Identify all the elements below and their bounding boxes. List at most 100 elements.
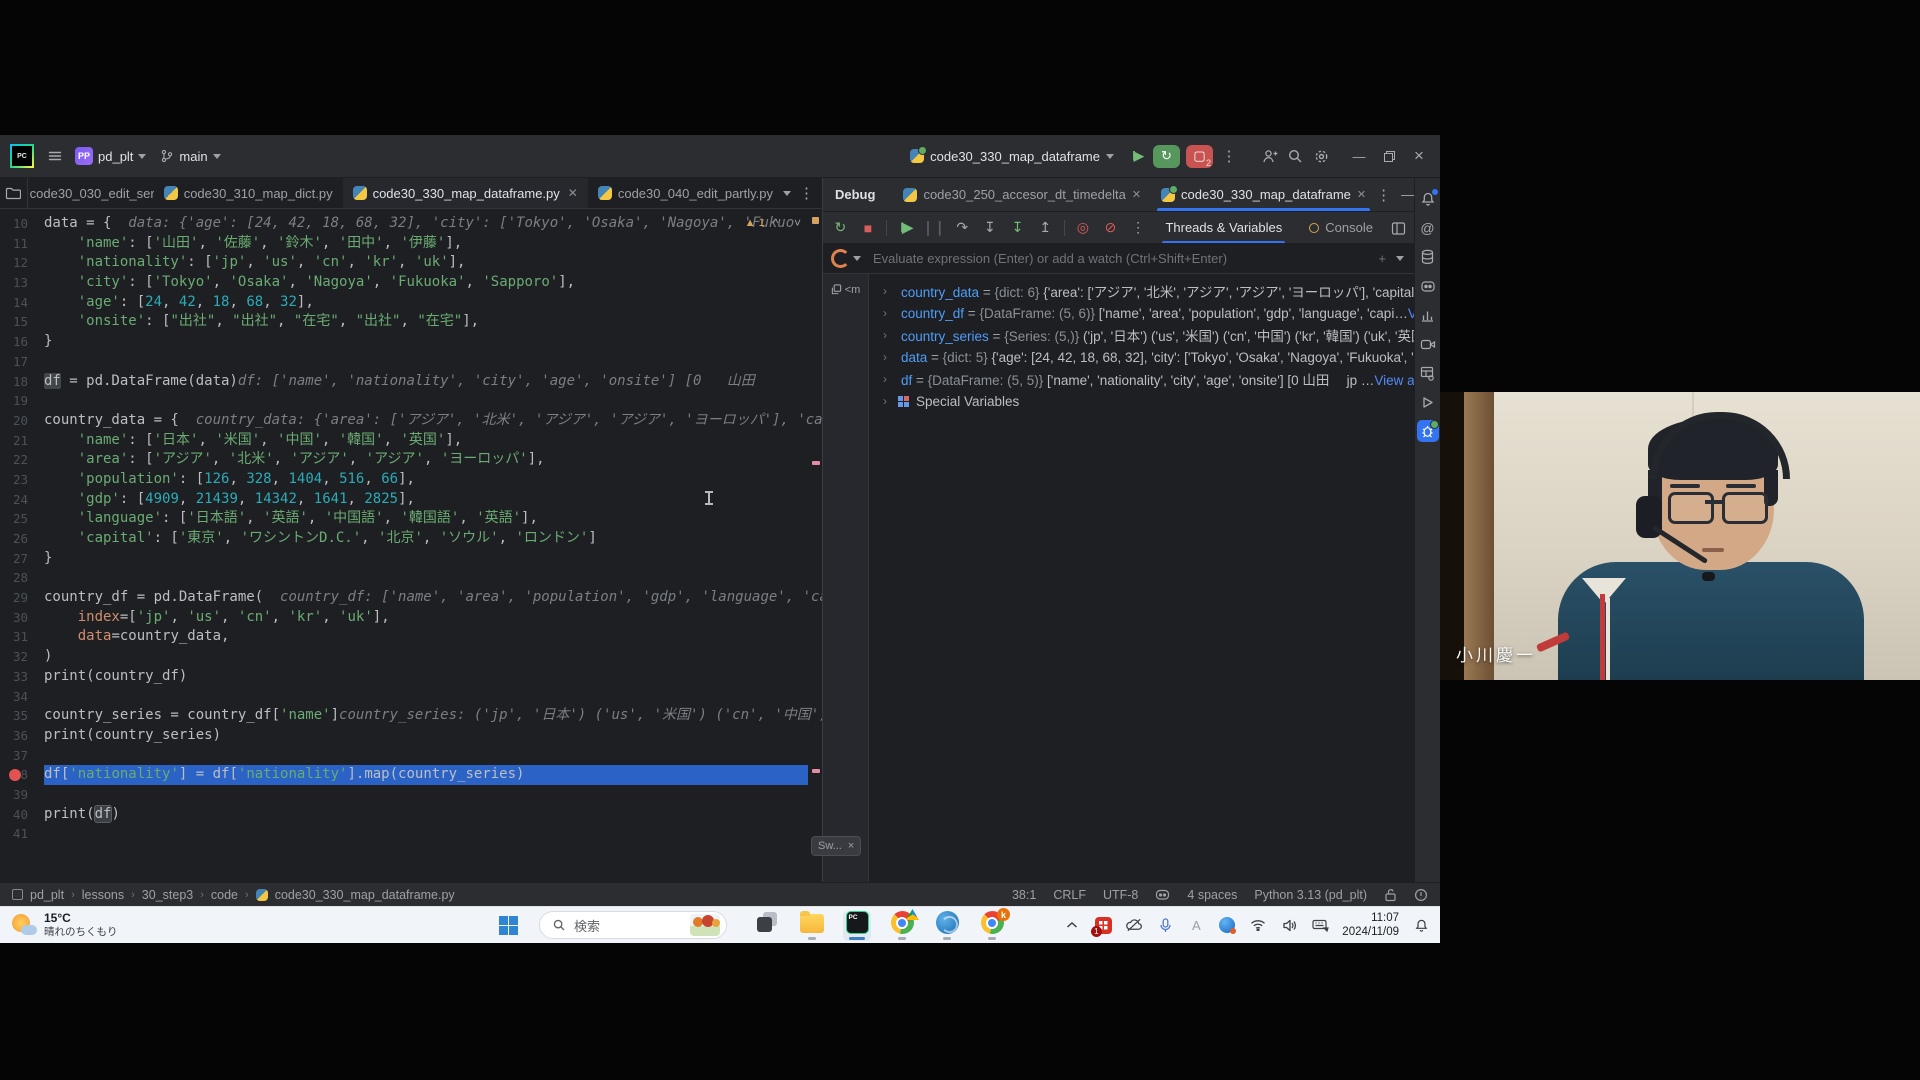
volume-button[interactable] (1280, 919, 1298, 932)
line-number[interactable]: 41 (0, 824, 44, 844)
microphone-button[interactable] (1156, 918, 1174, 933)
breadcrumb-item[interactable]: lessons (82, 888, 124, 902)
settings-button[interactable] (1308, 143, 1334, 169)
stop-button[interactable]: ▢2 (1186, 145, 1213, 168)
expand-chevron-icon[interactable]: › (883, 284, 887, 298)
line-number[interactable]: 26 (0, 529, 44, 549)
tab-options-icon[interactable]: ⋮ (799, 184, 814, 202)
vcs-widget[interactable]: main (153, 143, 227, 169)
code-with-me-button[interactable] (1256, 143, 1282, 169)
profiler-button[interactable] (1417, 304, 1439, 326)
project-tool-button[interactable] (0, 178, 28, 208)
line-number[interactable]: 13 (0, 273, 44, 293)
warning-badge[interactable]: ▲ 1 (745, 214, 765, 234)
close-icon[interactable]: ✕ (1132, 188, 1141, 201)
line-number[interactable]: 27 (0, 549, 44, 569)
line-number[interactable]: 34 (0, 687, 44, 707)
expand-chevron-icon[interactable]: › (883, 394, 891, 408)
expand-chevron-icon[interactable]: › (883, 350, 887, 364)
code-line[interactable]: 17 (0, 352, 822, 372)
expand-chevron-icon[interactable]: › (883, 306, 887, 320)
interpreter-setting[interactable]: Python 3.13 (pd_plt) (1254, 888, 1367, 902)
step-over-icon[interactable]: ↷ (953, 218, 972, 238)
add-watch-icon[interactable]: + (1378, 251, 1386, 266)
code-line[interactable]: 24 'gdp': [4909, 21439, 14342, 1641, 282… (0, 490, 822, 510)
run-config-selector[interactable]: code30_330_map_dataframe (910, 149, 1114, 164)
taskbar-clock[interactable]: 11:07 2024/11/09 (1342, 911, 1399, 940)
line-number[interactable]: 21 (0, 431, 44, 451)
close-icon[interactable]: ✕ (1357, 188, 1366, 201)
code-line[interactable]: 25 'language': ['日本語', '英語', '中国語', '韓国語… (0, 509, 822, 529)
code-line[interactable]: 27} (0, 549, 822, 569)
code-line[interactable]: 19 (0, 391, 822, 411)
force-step-into-icon[interactable]: ↧ (1008, 218, 1027, 238)
notification-popup[interactable]: Sw... × (811, 836, 861, 856)
hide-panel-button[interactable]: — (1401, 187, 1414, 202)
weather-tray-icon[interactable] (1218, 917, 1236, 933)
line-number[interactable]: 32 (0, 647, 44, 667)
code-line[interactable]: 28 (0, 568, 822, 588)
code-line[interactable]: 32) (0, 647, 822, 667)
wifi-button[interactable] (1249, 919, 1267, 931)
code-line[interactable]: 14 'age': [24, 42, 18, 68, 32], (0, 293, 822, 313)
code-editor[interactable]: 10data = { data: {'age': [24, 42, 18, 68… (0, 209, 822, 882)
close-tab-icon[interactable]: ✕ (568, 186, 578, 200)
task-view-button[interactable] (753, 911, 781, 941)
breadcrumb-item[interactable]: pd_plt (30, 888, 64, 902)
line-number[interactable]: 24 (0, 490, 44, 510)
hidden-tabs-chevron-icon[interactable] (783, 191, 791, 200)
pause-icon[interactable]: ❘❘ (924, 218, 944, 238)
variable-row[interactable]: › data = {dict: 5} {'age': [24, 42, 18, … (869, 346, 1414, 368)
line-number[interactable]: 40 (0, 805, 44, 825)
chrome-drive-button[interactable] (888, 911, 916, 941)
line-number[interactable]: 35 (0, 706, 44, 726)
warning-mark[interactable] (812, 217, 819, 224)
code-line[interactable]: 26 'capital': ['東京', 'ワシントンD.C.', '北京', … (0, 529, 822, 549)
code-line[interactable]: 30 index=['jp', 'us', 'cn', 'kr', 'uk'], (0, 608, 822, 628)
line-number[interactable]: 12 (0, 253, 44, 273)
main-menu-button[interactable] (42, 143, 68, 169)
tray-overflow-button[interactable] (1063, 921, 1081, 929)
code-line[interactable]: 31 data=country_data, (0, 627, 822, 647)
debug-options-icon[interactable]: ⋮ (1376, 186, 1391, 204)
taskbar-weather-widget[interactable]: 15°C 晴れのちくもり (0, 912, 215, 938)
code-line[interactable]: 35country_series = country_df['name']cou… (0, 706, 822, 726)
ime-indicator[interactable]: A (1187, 918, 1205, 933)
stop-icon[interactable]: ■ (859, 218, 878, 238)
python-packages-button[interactable] (1417, 275, 1439, 297)
resume-icon[interactable]: I▶ (896, 218, 915, 238)
indent-setting[interactable]: 4 spaces (1187, 888, 1237, 902)
sciview-button[interactable] (1417, 362, 1439, 384)
layout-settings-icon[interactable] (1391, 221, 1406, 236)
close-icon[interactable]: × (848, 840, 854, 852)
editor-scroll-stripe[interactable] (809, 209, 822, 882)
occurrence-arrows[interactable]: ^ ˅ (773, 214, 804, 234)
run-tool-button[interactable] (1417, 391, 1439, 413)
start-button[interactable] (491, 916, 525, 935)
view-link[interactable]: View as DataFrame (1374, 373, 1414, 388)
tray-app-badge[interactable]: 1 (1094, 917, 1112, 934)
tab-code30_030_edit_series[interactable]: code30_030_edit_series.py (28, 178, 154, 208)
notifications-button[interactable] (1417, 188, 1439, 210)
window-minimize-button[interactable]: — (1344, 143, 1374, 169)
breadcrumb-file[interactable]: code30_330_map_dataframe.py (275, 888, 455, 902)
search-everywhere-button[interactable] (1282, 143, 1308, 169)
screencast-button[interactable] (1417, 333, 1439, 355)
line-number[interactable]: 30 (0, 608, 44, 628)
code-line[interactable]: 16} (0, 332, 822, 352)
code-line[interactable]: 11 'name': ['山田', '佐藤', '鈴木', '田中', '伊藤'… (0, 234, 822, 254)
step-into-icon[interactable]: ↧ (981, 218, 1000, 238)
line-number[interactable]: 38 (0, 765, 44, 785)
code-line[interactable]: 40print(df) (0, 805, 822, 825)
code-line[interactable]: 15 'onsite': ["出社", "出社", "在宅", "出社", "在… (0, 312, 822, 332)
code-line[interactable]: 21 'name': ['日本', '米国', '中国', '韓国', '英国'… (0, 431, 822, 451)
keyboard-layout-button[interactable] (1311, 919, 1329, 932)
tab-code30_040_edit_partly[interactable]: code30_040_edit_partly.py (588, 178, 783, 208)
mute-breakpoints-icon[interactable]: ⊘ (1101, 218, 1120, 238)
chrome-profile-button[interactable]: k (978, 911, 1006, 941)
code-line[interactable]: 20country_data = { country_data: {'area'… (0, 411, 822, 431)
line-number[interactable]: 37 (0, 746, 44, 766)
more-icon[interactable]: ⋮ (1129, 218, 1148, 238)
tab-console[interactable]: Console (1300, 212, 1382, 243)
line-number[interactable]: 20 (0, 411, 44, 431)
